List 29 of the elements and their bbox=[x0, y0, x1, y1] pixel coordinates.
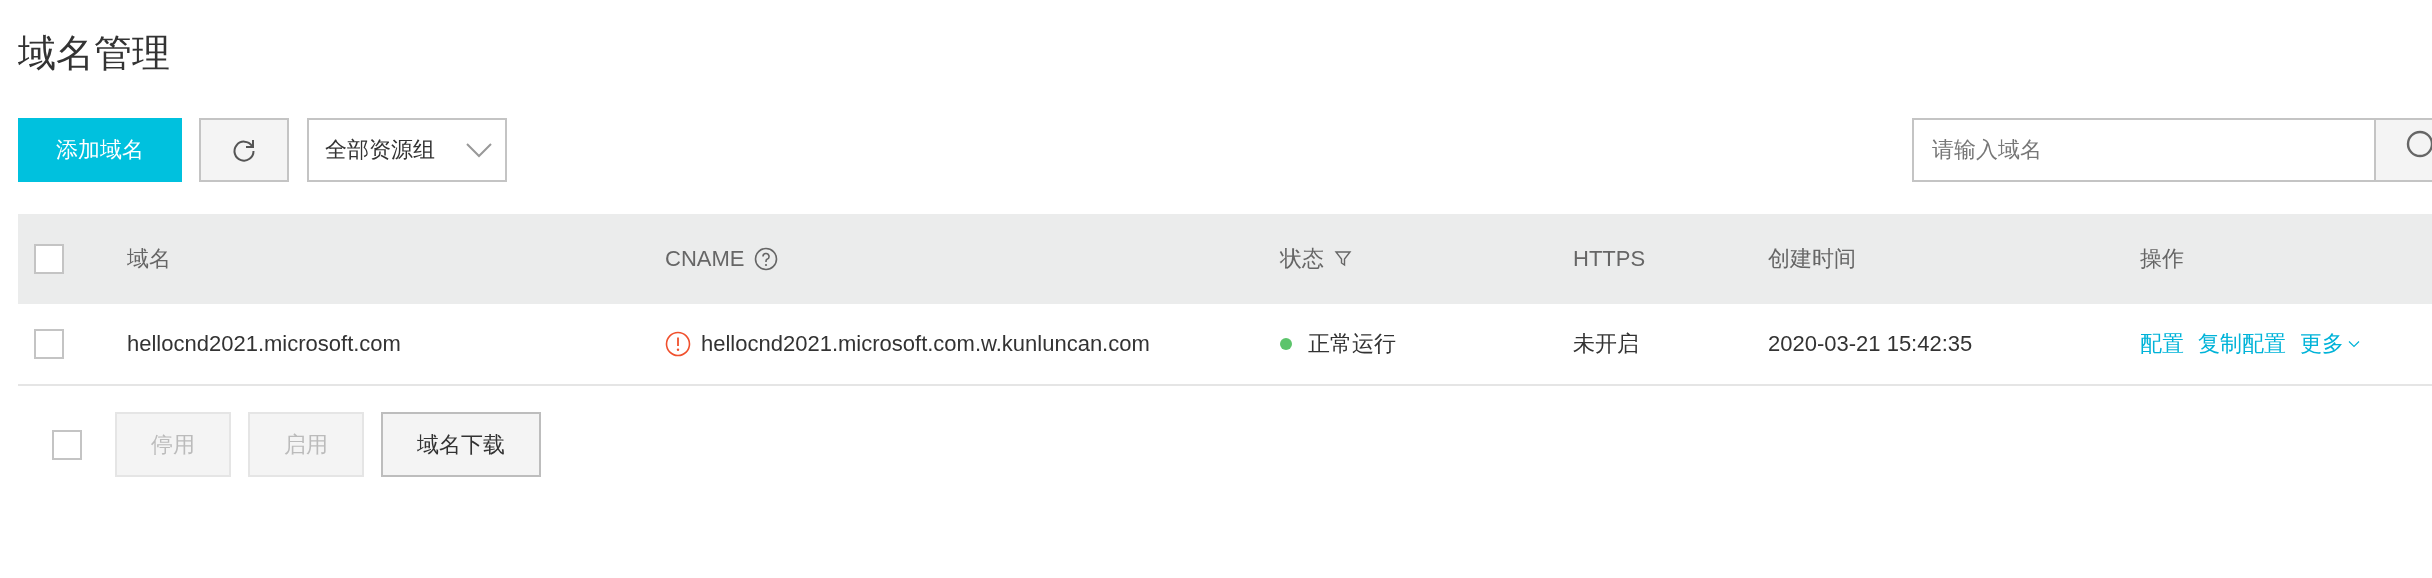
chevron-down-icon bbox=[465, 142, 493, 158]
download-button[interactable]: 域名下载 bbox=[381, 412, 541, 477]
refresh-button[interactable] bbox=[199, 118, 289, 182]
action-link[interactable]: 复制配置 bbox=[2198, 329, 2286, 359]
select-all-checkbox[interactable] bbox=[52, 429, 82, 460]
add-domain-button[interactable]: 添加域名 bbox=[18, 118, 182, 182]
cname-cell: hellocnd2021.microsoft.com.w.kunluncan.com bbox=[701, 331, 1150, 357]
search-field[interactable]: 请输入域名 bbox=[1912, 118, 2376, 182]
column-header: CNAME bbox=[665, 246, 745, 272]
column-header: 域名 bbox=[127, 245, 171, 273]
column-header: 操作 bbox=[2140, 245, 2184, 273]
column-header: 状态 bbox=[1280, 245, 1324, 273]
more-link[interactable]: 更多 bbox=[2300, 329, 2360, 359]
column-header: HTTPS bbox=[1573, 246, 1646, 272]
row-checkbox[interactable] bbox=[34, 329, 64, 359]
chevron-down-icon bbox=[2348, 340, 2360, 348]
refresh-icon bbox=[231, 137, 257, 163]
filter-icon[interactable] bbox=[1334, 250, 1352, 268]
https-cell-text: 未开启 bbox=[1573, 330, 1639, 358]
action-link[interactable]: 配置 bbox=[2140, 329, 2184, 359]
select-all-checkbox[interactable] bbox=[34, 244, 64, 274]
search-button[interactable] bbox=[2376, 118, 2432, 182]
page-title: 域名管理 bbox=[17, 31, 171, 76]
domain-cell: hellocnd2021.microsoft.com bbox=[127, 331, 401, 357]
created-time-cell: 2020-03-21 15:42:35 bbox=[1768, 331, 1973, 357]
help-icon bbox=[754, 247, 779, 271]
resource-group-dropdown[interactable]: 全部资源组 bbox=[307, 118, 507, 182]
column-header: 创建时间 bbox=[1768, 245, 1856, 273]
status-cell-text: 正常运行 bbox=[1308, 330, 1396, 358]
